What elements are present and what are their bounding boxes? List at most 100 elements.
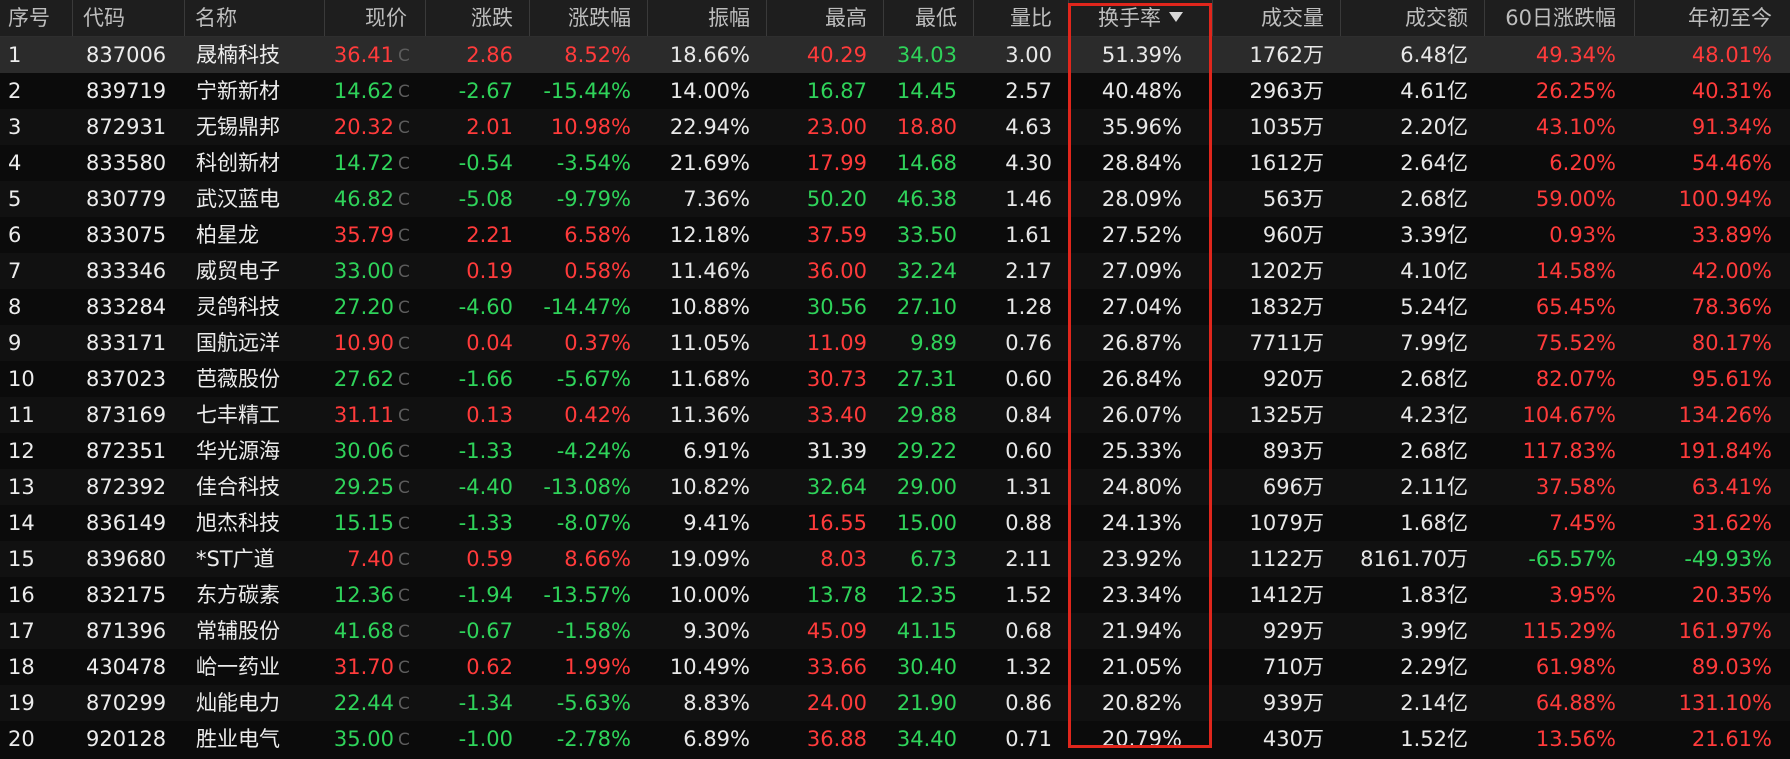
cell-name[interactable]: 芭薇股份 <box>184 361 324 397</box>
cell-high: 33.66 <box>806 655 867 679</box>
table-row[interactable]: 3 872931 无锡鼎邦 20.32 2.01 10.98% 22.94% 23.00 18.… <box>0 109 1790 145</box>
header-idx[interactable]: 序号 <box>0 0 72 36</box>
table-row[interactable]: 2 839719 宁新新材 14.62 -2.67 -15.44% 14.00% 16.87 1… <box>0 73 1790 109</box>
cell-change-pct: 0.58% <box>564 259 631 283</box>
cell-code[interactable]: 833075 <box>72 217 184 253</box>
header-volume[interactable]: 成交量 <box>1212 0 1340 36</box>
cell-turnover: 51.39% <box>1101 43 1182 67</box>
cell-code[interactable]: 833346 <box>72 253 184 289</box>
sort-desc-icon[interactable] <box>1169 12 1183 22</box>
cell-code[interactable]: 836149 <box>72 505 184 541</box>
header-chg60[interactable]: 60日涨跌幅 <box>1484 0 1634 36</box>
header-ytd[interactable]: 年初至今 <box>1634 0 1790 36</box>
cell-name[interactable]: 灵鸽科技 <box>184 289 324 325</box>
cell-high: 23.00 <box>806 115 867 139</box>
cell-name[interactable]: 峆一药业 <box>184 649 324 685</box>
cell-name[interactable]: 宁新新材 <box>184 73 324 109</box>
cell-code[interactable]: 833580 <box>72 145 184 181</box>
cell-change-pct: -5.63% <box>556 691 631 715</box>
table-row[interactable]: 16 832175 东方碳素 12.36 -1.94 -13.57% 10.00% 13.78… <box>0 577 1790 613</box>
cell-code[interactable]: 872931 <box>72 109 184 145</box>
cell-code[interactable]: 872351 <box>72 433 184 469</box>
table-row[interactable]: 11 873169 七丰精工 31.11 0.13 0.42% 11.36% 33.40 29.… <box>0 397 1790 433</box>
cell-name[interactable]: 晟楠科技 <box>184 37 324 73</box>
cell-name[interactable]: 佳合科技 <box>184 469 324 505</box>
cell-code[interactable]: 872392 <box>72 469 184 505</box>
cell-code[interactable]: 871396 <box>72 613 184 649</box>
cell-price: 36.41 <box>333 43 394 67</box>
cell-code[interactable]: 870299 <box>72 685 184 721</box>
table-row[interactable]: 17 871396 常辅股份 41.68 -0.67 -1.58% 9.30% 45.09 41… <box>0 613 1790 649</box>
header-turnover[interactable]: 换手率 <box>1068 0 1212 36</box>
table-row[interactable]: 13 872392 佳合科技 29.25 -4.40 -13.08% 10.82% 32.64… <box>0 469 1790 505</box>
cell-chg60: 43.10% <box>1535 115 1616 139</box>
cell-change-pct: -1.58% <box>556 619 631 643</box>
cell-turnover: 28.09% <box>1101 187 1182 211</box>
cell-change: 0.59 <box>466 547 513 571</box>
header-amplitude[interactable]: 振幅 <box>647 0 766 36</box>
table-row[interactable]: 12 872351 华光源海 30.06 -1.33 -4.24% 6.91% 31.39 29… <box>0 433 1790 469</box>
table-row[interactable]: 14 836149 旭杰科技 15.15 -1.33 -8.07% 9.41% 16.55 15… <box>0 505 1790 541</box>
header-change-pct[interactable]: 涨跌幅 <box>529 0 647 36</box>
table-row[interactable]: 8 833284 灵鸽科技 27.20 -4.60 -14.47% 10.88% 30.56 2… <box>0 289 1790 325</box>
cell-name[interactable]: 柏星龙 <box>184 217 324 253</box>
cell-amount: 4.10亿 <box>1400 259 1468 283</box>
cell-code[interactable]: 832175 <box>72 577 184 613</box>
table-row[interactable]: 7 833346 威贸电子 33.00 0.19 0.58% 11.46% 36.00 32.2… <box>0 253 1790 289</box>
cell-code[interactable]: 839680 <box>72 541 184 577</box>
cell-low: 46.38 <box>896 187 957 211</box>
cell-code[interactable]: 833171 <box>72 325 184 361</box>
cell-change-pct: -4.24% <box>556 439 631 463</box>
cell-code[interactable]: 830779 <box>72 181 184 217</box>
cell-name[interactable]: 科创新材 <box>184 145 324 181</box>
table-row[interactable]: 4 833580 科创新材 14.72 -0.54 -3.54% 21.69% 17.99 14… <box>0 145 1790 181</box>
cell-name[interactable]: 威贸电子 <box>184 253 324 289</box>
header-code[interactable]: 代码 <box>72 0 184 36</box>
table-row[interactable]: 5 830779 武汉蓝电 46.82 -5.08 -9.79% 7.36% 50.20 46.… <box>0 181 1790 217</box>
cell-name[interactable]: 国航远洋 <box>184 325 324 361</box>
header-vol-ratio[interactable]: 量比 <box>973 0 1068 36</box>
cell-code[interactable]: 833284 <box>72 289 184 325</box>
cell-name[interactable]: 东方碳素 <box>184 577 324 613</box>
cell-name[interactable]: 七丰精工 <box>184 397 324 433</box>
header-low[interactable]: 最低 <box>883 0 973 36</box>
cell-idx: 8 <box>8 295 22 319</box>
table-row[interactable]: 1 837006 晟楠科技 36.41 2.86 8.52% 18.66% 40.29 34.0… <box>0 37 1790 73</box>
cell-change: 0.04 <box>466 331 513 355</box>
cell-ytd: 31.62% <box>1691 511 1772 535</box>
table-row[interactable]: 6 833075 柏星龙 35.79 2.21 6.58% 12.18% 37.59 33.50… <box>0 217 1790 253</box>
cell-name[interactable]: *ST广道 <box>184 541 324 577</box>
header-amount[interactable]: 成交额 <box>1340 0 1484 36</box>
table-row[interactable]: 15 839680 *ST广道 7.40 0.59 8.66% 19.09% 8.03 6.73… <box>0 541 1790 577</box>
table-row[interactable]: 9 833171 国航远洋 10.90 0.04 0.37% 11.05% 11.09 9.89… <box>0 325 1790 361</box>
cell-change-pct: -5.67% <box>556 367 631 391</box>
table-row[interactable]: 10 837023 芭薇股份 27.62 -1.66 -5.67% 11.68% 30.73 2… <box>0 361 1790 397</box>
header-high[interactable]: 最高 <box>766 0 883 36</box>
cell-name[interactable]: 常辅股份 <box>184 613 324 649</box>
cell-turnover: 21.94% <box>1101 619 1182 643</box>
cell-name[interactable]: 旭杰科技 <box>184 505 324 541</box>
cell-name[interactable]: 武汉蓝电 <box>184 181 324 217</box>
header-name[interactable]: 名称 <box>184 0 324 36</box>
cell-change-pct: -14.47% <box>543 295 631 319</box>
c-marker-icon: C <box>398 406 410 426</box>
cell-idx: 7 <box>8 259 22 283</box>
cell-code[interactable]: 430478 <box>72 649 184 685</box>
cell-change-pct: -13.08% <box>543 475 631 499</box>
header-change[interactable]: 涨跌 <box>425 0 529 36</box>
cell-code[interactable]: 837006 <box>72 37 184 73</box>
cell-code[interactable]: 873169 <box>72 397 184 433</box>
cell-volume: 7711万 <box>1249 331 1324 355</box>
cell-name[interactable]: 灿能电力 <box>184 685 324 721</box>
table-row[interactable]: 19 870299 灿能电力 22.44 -1.34 -5.63% 8.83% 24.00 21… <box>0 685 1790 721</box>
cell-code[interactable]: 837023 <box>72 361 184 397</box>
cell-name[interactable]: 华光源海 <box>184 433 324 469</box>
cell-code[interactable]: 839719 <box>72 73 184 109</box>
cell-name[interactable]: 无锡鼎邦 <box>184 109 324 145</box>
cell-amount: 1.68亿 <box>1400 511 1468 535</box>
cell-idx: 1 <box>8 43 22 67</box>
header-price[interactable]: 现价 <box>324 0 425 36</box>
table-row[interactable]: 18 430478 峆一药业 31.70 0.62 1.99% 10.49% 33.66 30.… <box>0 649 1790 685</box>
cell-volume: 1202万 <box>1249 259 1324 283</box>
cell-price: 41.68 <box>333 619 394 643</box>
